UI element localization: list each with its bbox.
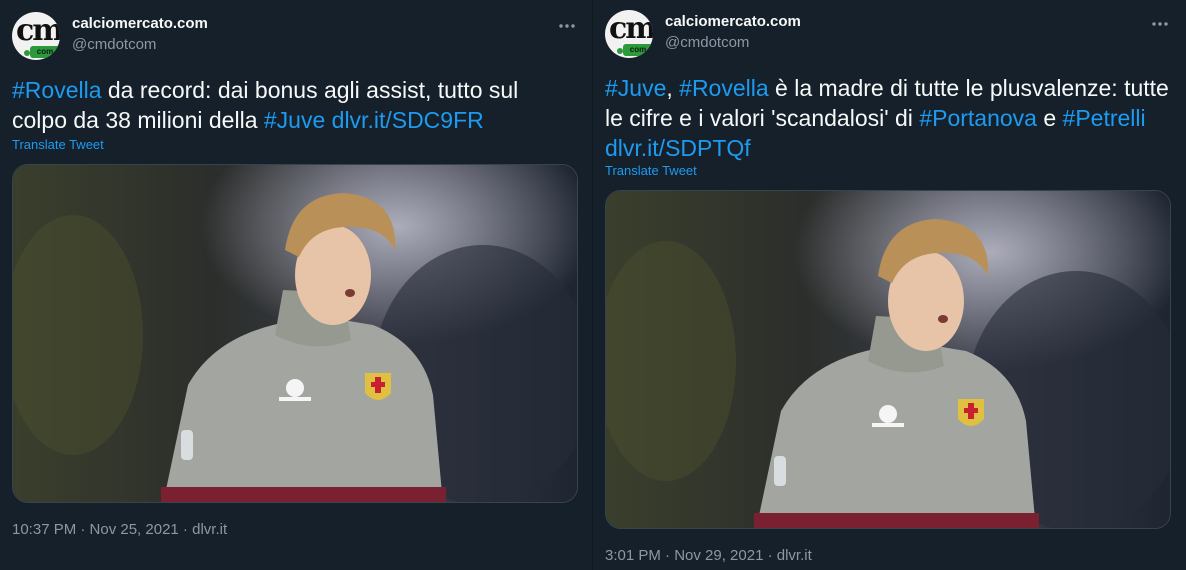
tweet-timestamp[interactable]: 3:01 PM · Nov 29, 2021 · dlvr.it bbox=[605, 547, 812, 564]
genoa-crest-icon bbox=[958, 399, 984, 426]
player-photo bbox=[13, 165, 577, 502]
tweet-image[interactable] bbox=[605, 190, 1171, 529]
hashtag-link[interactable]: #Petrelli bbox=[1063, 105, 1146, 131]
avatar[interactable]: cm com bbox=[605, 10, 653, 58]
translate-tweet-link[interactable]: Translate Tweet bbox=[605, 163, 697, 178]
author-handle[interactable]: @cmdotcom bbox=[72, 36, 156, 53]
tweet-1[interactable]: cm com calciomercato.com @cmdotcom #Rove… bbox=[0, 0, 593, 570]
tweet-text-segment: e bbox=[1036, 105, 1063, 131]
hashtag-link[interactable]: #Rovella bbox=[12, 77, 102, 103]
avatar-logo-text: cm bbox=[609, 11, 653, 46]
tweet-text-segment: le cifre e i valori 'scandalosi' di bbox=[605, 105, 920, 131]
hashtag-link[interactable]: #Portanova bbox=[919, 105, 1037, 131]
tweet-text-line: colpo da 38 milioni della #Juve dlvr.it/… bbox=[12, 105, 582, 135]
tweet-text-segment: è la madre di tutte le plusvalenze: tutt… bbox=[768, 75, 1169, 101]
tweet-text-line: #Rovella da record: dai bonus agli assis… bbox=[12, 75, 582, 105]
tweet-text-segment: , bbox=[666, 75, 680, 101]
hashtag-link[interactable]: #Juve bbox=[605, 75, 666, 101]
avatar-logo-text: cm bbox=[16, 13, 60, 48]
tweet-text: #Rovella da record: dai bonus agli assis… bbox=[12, 75, 582, 135]
url-link[interactable]: dlvr.it/SDPTQf bbox=[605, 135, 751, 161]
author-name[interactable]: calciomercato.com bbox=[665, 13, 801, 30]
hashtag-link[interactable]: #Rovella bbox=[679, 75, 769, 101]
url-link[interactable]: dlvr.it/SDC9FR bbox=[332, 107, 484, 133]
tweet-text: #Juve, #Rovella è la madre di tutte le p… bbox=[605, 73, 1180, 163]
player-photo bbox=[606, 191, 1170, 528]
tweet-text-line: dlvr.it/SDPTQf bbox=[605, 133, 1180, 163]
tweet-text-segment: da record: dai bonus agli assist, tutto … bbox=[101, 77, 519, 103]
avatar-logo-badge: com bbox=[623, 44, 653, 56]
tweet-text-line: le cifre e i valori 'scandalosi' di #Por… bbox=[605, 103, 1180, 133]
more-options-icon[interactable] bbox=[557, 16, 577, 36]
tweet-timestamp[interactable]: 10:37 PM · Nov 25, 2021 · dlvr.it bbox=[12, 521, 227, 538]
avatar[interactable]: cm com bbox=[12, 12, 60, 60]
page: cm com calciomercato.com @cmdotcom #Rove… bbox=[0, 0, 1186, 570]
tweet-text-line: #Juve, #Rovella è la madre di tutte le p… bbox=[605, 73, 1180, 103]
more-options-icon[interactable] bbox=[1150, 14, 1170, 34]
author-handle[interactable]: @cmdotcom bbox=[665, 34, 749, 51]
genoa-crest-icon bbox=[365, 373, 391, 400]
tweet-image[interactable] bbox=[12, 164, 578, 503]
tweet-text-segment: colpo da 38 milioni della bbox=[12, 107, 264, 133]
avatar-logo-badge: com bbox=[30, 46, 60, 58]
author-name[interactable]: calciomercato.com bbox=[72, 15, 208, 32]
tweet-2[interactable]: cm com calciomercato.com @cmdotcom #Juve… bbox=[593, 0, 1186, 570]
translate-tweet-link[interactable]: Translate Tweet bbox=[12, 137, 104, 152]
hashtag-link[interactable]: #Juve bbox=[264, 107, 325, 133]
